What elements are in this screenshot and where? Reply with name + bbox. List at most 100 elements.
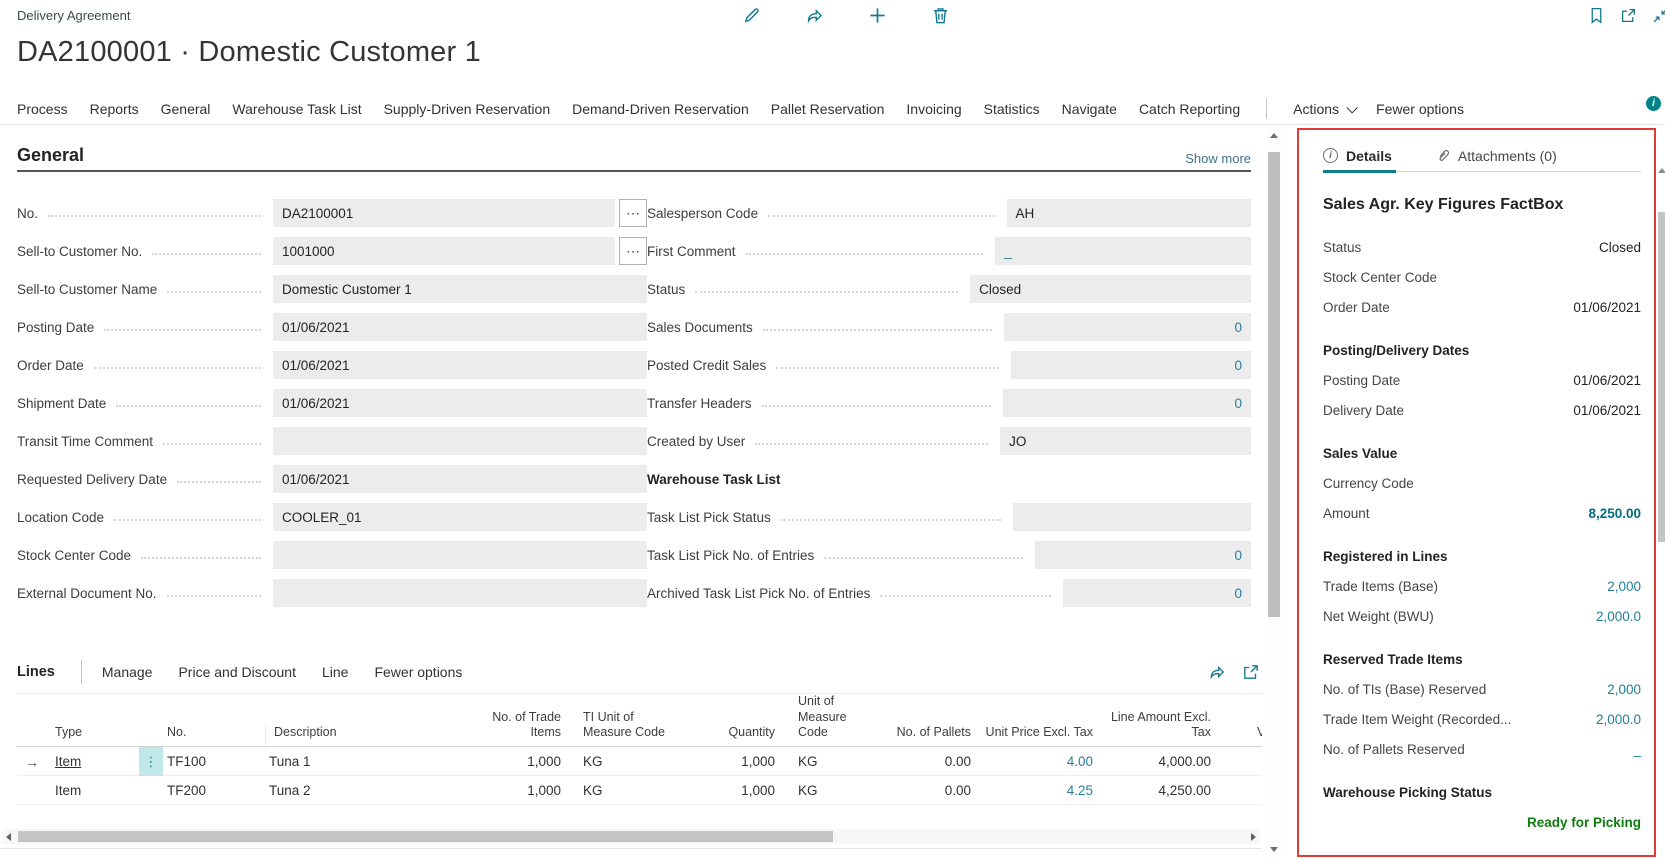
column-header-quantity[interactable]: Quantity <box>685 725 779 749</box>
menu-item-process[interactable]: Process <box>17 101 68 117</box>
factbox-scroll-up-arrow-icon[interactable] <box>1658 168 1665 173</box>
menu-item-reports[interactable]: Reports <box>90 101 139 117</box>
column-header-no[interactable]: No. <box>163 725 265 749</box>
factbox-vertical-scrollbar-thumb[interactable] <box>1658 212 1665 542</box>
line-amount-cell[interactable]: 4,000.00 <box>1097 754 1215 769</box>
column-header-unit-price-excl-tax[interactable]: Unit Price Excl. Tax <box>975 725 1097 749</box>
show-more-link[interactable]: Show more <box>1185 151 1251 166</box>
menu-item-general[interactable]: General <box>161 101 211 117</box>
menu-item-demand-driven-reservation[interactable]: Demand-Driven Reservation <box>572 101 749 117</box>
menu-item-supply-driven-reservation[interactable]: Supply-Driven Reservation <box>384 101 551 117</box>
column-header-type[interactable]: Type <box>51 725 139 749</box>
lines-menu-fewer-options[interactable]: Fewer options <box>374 664 462 680</box>
column-header-unit-of-measure-code[interactable]: Unit of Measure Code <box>779 694 883 749</box>
new-plus-icon[interactable] <box>868 6 887 25</box>
no-field[interactable]: DA2100001 <box>273 199 615 227</box>
menu-item-statistics[interactable]: Statistics <box>984 101 1040 117</box>
first-comment-field[interactable]: _ <box>995 237 1251 265</box>
scroll-right-arrow-icon[interactable] <box>1251 833 1256 841</box>
scroll-up-arrow-icon[interactable] <box>1270 133 1278 138</box>
quantity-cell[interactable]: 1,000 <box>685 754 779 769</box>
status-field[interactable]: Closed <box>970 275 1251 303</box>
collapse-icon[interactable] <box>1652 7 1665 24</box>
row-ellipsis-icon[interactable]: ⋮ <box>139 747 163 776</box>
lines-share-icon[interactable] <box>1208 663 1226 681</box>
quantity-cell[interactable]: 1,000 <box>685 783 779 798</box>
horizontal-scrollbar-thumb[interactable] <box>18 831 833 842</box>
transfer-headers-field[interactable]: 0 <box>1003 389 1251 417</box>
shipment-date-field[interactable]: 01/06/2021 <box>273 389 647 417</box>
unit-price-link[interactable]: 4.00 <box>975 754 1097 769</box>
fewer-options-button[interactable]: Fewer options <box>1376 101 1464 117</box>
pallets-cell[interactable]: 0.00 <box>883 783 975 798</box>
posting-date-field[interactable]: 01/06/2021 <box>273 313 647 341</box>
main-vertical-scrollbar-thumb[interactable] <box>1268 152 1280 617</box>
column-header-no-of-trade-items[interactable]: No. of Trade Items <box>475 710 565 749</box>
task-list-pick-status-field[interactable] <box>1013 503 1251 531</box>
field-posting-date: Posting Date 01/06/2021 <box>17 308 647 346</box>
info-icon[interactable]: i <box>1646 96 1661 111</box>
amount-drilldown[interactable]: 8,250.00 <box>1588 506 1641 521</box>
external-document-no-field[interactable] <box>273 579 647 607</box>
tab-attachments[interactable]: Attachments (0) <box>1436 140 1557 172</box>
lines-menu-manage[interactable]: Manage <box>102 664 153 680</box>
archived-task-list-pick-no-of-entries-field[interactable]: 0 <box>1063 579 1251 607</box>
transit-time-comment-field[interactable] <box>273 427 647 455</box>
description-cell[interactable]: Tuna 1 <box>265 754 475 769</box>
requested-delivery-date-field[interactable]: 01/06/2021 <box>273 465 647 493</box>
customer-assist-button[interactable]: ⋯ <box>619 237 647 265</box>
general-fasttab: General Show more No. DA2100001 ⋯ Sell-t… <box>17 140 1251 612</box>
trade-items-cell[interactable]: 1,000 <box>475 783 565 798</box>
menu-item-pallet-reservation[interactable]: Pallet Reservation <box>771 101 885 117</box>
lines-menu-price-and-discount[interactable]: Price and Discount <box>178 664 296 680</box>
open-in-new-window-icon[interactable] <box>1620 7 1637 24</box>
pallets-cell[interactable]: 0.00 <box>883 754 975 769</box>
unit-price-link[interactable]: 4.25 <box>975 783 1097 798</box>
type-cell[interactable]: Item <box>51 783 139 798</box>
item-no-cell[interactable]: TF200 <box>163 783 265 798</box>
lines-open-in-new-window-icon[interactable] <box>1242 663 1260 681</box>
line-amount-cell[interactable]: 4,250.00 <box>1097 783 1215 798</box>
factbox-vertical-scrollbar[interactable] <box>1658 150 1665 857</box>
created-by-user-field[interactable]: JO <box>1000 427 1251 455</box>
sell-to-customer-name-field[interactable]: Domestic Customer 1 <box>273 275 647 303</box>
uom-cell[interactable]: KG <box>779 783 883 798</box>
edit-pencil-icon[interactable] <box>742 6 761 25</box>
delete-trash-icon[interactable] <box>931 6 950 25</box>
column-header-description[interactable]: Description <box>265 725 475 749</box>
no-assist-button[interactable]: ⋯ <box>619 199 647 227</box>
description-cell[interactable]: Tuna 2 <box>265 783 475 798</box>
actions-dropdown[interactable]: Actions <box>1293 101 1354 117</box>
location-code-field[interactable]: COOLER_01 <box>273 503 647 531</box>
column-header-ti-unit-of-measure-code[interactable]: TI Unit of Measure Code <box>565 710 685 749</box>
main-vertical-scrollbar[interactable] <box>1266 128 1282 857</box>
sales-documents-field[interactable]: 0 <box>1004 313 1251 341</box>
column-header-clipped[interactable]: V <box>1215 725 1262 749</box>
lines-menu-line[interactable]: Line <box>322 664 348 680</box>
sell-to-customer-no-field[interactable]: 1001000 <box>273 237 615 265</box>
ti-uom-cell[interactable]: KG <box>565 783 685 798</box>
table-row[interactable]: → Item ⋮ TF100 Tuna 1 1,000 KG 1,000 KG … <box>17 747 1262 776</box>
field-salesperson-code: Salesperson Code AH <box>647 194 1251 232</box>
menu-item-invoicing[interactable]: Invoicing <box>906 101 961 117</box>
lines-caption-separator <box>81 660 82 684</box>
horizontal-scrollbar[interactable] <box>2 829 1260 844</box>
scroll-left-arrow-icon[interactable] <box>6 833 11 841</box>
column-header-line-amount-excl-tax[interactable]: Line Amount Excl. Tax <box>1097 710 1215 749</box>
task-list-pick-no-of-entries-field[interactable]: 0 <box>1035 541 1251 569</box>
column-header-no-of-pallets[interactable]: No. of Pallets <box>883 725 975 749</box>
menu-item-catch-reporting[interactable]: Catch Reporting <box>1139 101 1240 117</box>
table-row[interactable]: Item TF200 Tuna 2 1,000 KG 1,000 KG 0.00… <box>17 776 1262 805</box>
trade-items-cell[interactable]: 1,000 <box>475 754 565 769</box>
menu-item-navigate[interactable]: Navigate <box>1062 101 1117 117</box>
posted-credit-sales-field[interactable]: 0 <box>1011 351 1251 379</box>
field-posted-credit-sales: Posted Credit Sales 0 <box>647 346 1251 384</box>
bookmark-icon[interactable] <box>1588 7 1605 24</box>
salesperson-code-field[interactable]: AH <box>1007 199 1251 227</box>
order-date-field[interactable]: 01/06/2021 <box>273 351 647 379</box>
menu-item-warehouse-task-list[interactable]: Warehouse Task List <box>232 101 361 117</box>
stock-center-code-field[interactable] <box>273 541 647 569</box>
scroll-down-arrow-icon[interactable] <box>1270 847 1278 852</box>
tab-details[interactable]: i Details <box>1323 140 1392 172</box>
share-icon[interactable] <box>805 6 824 25</box>
